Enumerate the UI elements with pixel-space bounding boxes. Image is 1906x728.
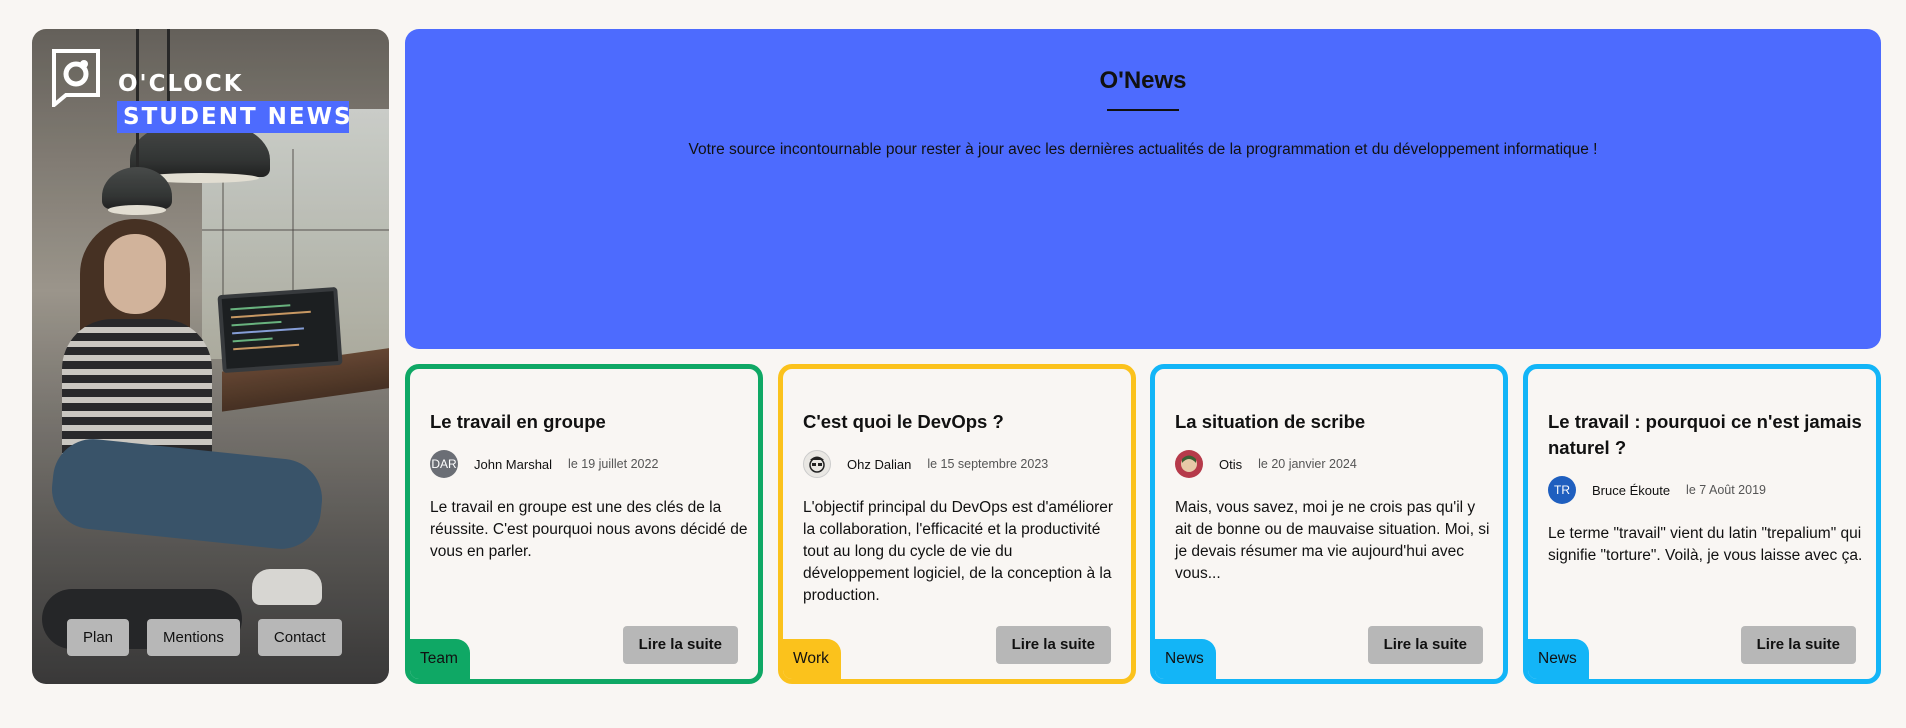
logo-icon xyxy=(52,49,100,107)
author-name[interactable]: Otis xyxy=(1219,457,1242,472)
read-more-button[interactable]: Lire la suite xyxy=(622,626,738,664)
article-title[interactable]: C'est quoi le DevOps ? xyxy=(803,409,1121,435)
page-title: O'News xyxy=(1099,67,1187,94)
read-more-button[interactable]: Lire la suite xyxy=(1367,626,1483,664)
category-tag[interactable]: Team xyxy=(410,639,470,679)
read-more-button[interactable]: Lire la suite xyxy=(995,626,1111,664)
article-date: le 7 Août 2019 xyxy=(1686,483,1766,497)
article-meta: Otis le 20 janvier 2024 xyxy=(1175,449,1357,479)
brand-name: O'CLOCK xyxy=(118,71,244,97)
page-subtitle: Votre source incontournable pour rester … xyxy=(688,141,1598,158)
title-underline xyxy=(1107,109,1179,111)
article-card: C'est quoi le DevOps ? Ohz Dalian le 15 … xyxy=(778,364,1136,684)
category-tag[interactable]: News xyxy=(1528,639,1589,679)
article-excerpt: Mais, vous savez, moi je ne crois pas qu… xyxy=(1175,499,1490,582)
category-tag[interactable]: Work xyxy=(783,639,841,679)
article-excerpt: Le terme "travail" vient du latin "trepa… xyxy=(1548,525,1863,564)
article-meta: Ohz Dalian le 15 septembre 2023 xyxy=(803,449,1048,479)
cartoon-face-icon xyxy=(809,456,825,473)
article-title[interactable]: Le travail : pourquoi ce n'est jamais na… xyxy=(1548,409,1866,461)
article-card: La situation de scribe Otis le 20 janvie… xyxy=(1150,364,1508,684)
author-name[interactable]: Ohz Dalian xyxy=(847,457,911,472)
footer-nav: Plan Mentions Contact xyxy=(67,619,342,656)
author-avatar: DAR xyxy=(430,450,458,478)
sidebar: O'CLOCK STUDENT NEWS Plan Mentions Conta… xyxy=(32,29,389,684)
author-name[interactable]: Bruce Ékoute xyxy=(1592,483,1670,498)
article-date: le 19 juillet 2022 xyxy=(568,457,659,471)
hero-banner: O'News Votre source incontournable pour … xyxy=(405,29,1881,349)
category-tag[interactable]: News xyxy=(1155,639,1216,679)
brand-tagline: STUDENT NEWS xyxy=(117,101,351,133)
article-meta: DAR John Marshal le 19 juillet 2022 xyxy=(430,449,658,479)
article-excerpt: Le travail en groupe est une des clés de… xyxy=(430,499,748,560)
author-avatar: TR xyxy=(1548,476,1576,504)
author-avatar xyxy=(1175,450,1203,478)
article-date: le 20 janvier 2024 xyxy=(1258,457,1357,471)
author-avatar xyxy=(803,450,831,478)
portrait-icon xyxy=(1181,455,1197,472)
article-meta: TR Bruce Ékoute le 7 Août 2019 xyxy=(1548,475,1766,505)
author-name[interactable]: John Marshal xyxy=(474,457,552,472)
nav-plan-button[interactable]: Plan xyxy=(67,619,130,656)
nav-contact-button[interactable]: Contact xyxy=(257,619,342,656)
article-card: Le travail : pourquoi ce n'est jamais na… xyxy=(1523,364,1881,684)
article-title[interactable]: La situation de scribe xyxy=(1175,409,1493,435)
article-title[interactable]: Le travail en groupe xyxy=(430,409,748,435)
article-excerpt: L'objectif principal du DevOps est d'amé… xyxy=(803,499,1114,604)
article-date: le 15 septembre 2023 xyxy=(927,457,1049,471)
article-card: Le travail en groupe DAR John Marshal le… xyxy=(405,364,763,684)
read-more-button[interactable]: Lire la suite xyxy=(1740,626,1856,664)
nav-mentions-button[interactable]: Mentions xyxy=(147,619,240,656)
